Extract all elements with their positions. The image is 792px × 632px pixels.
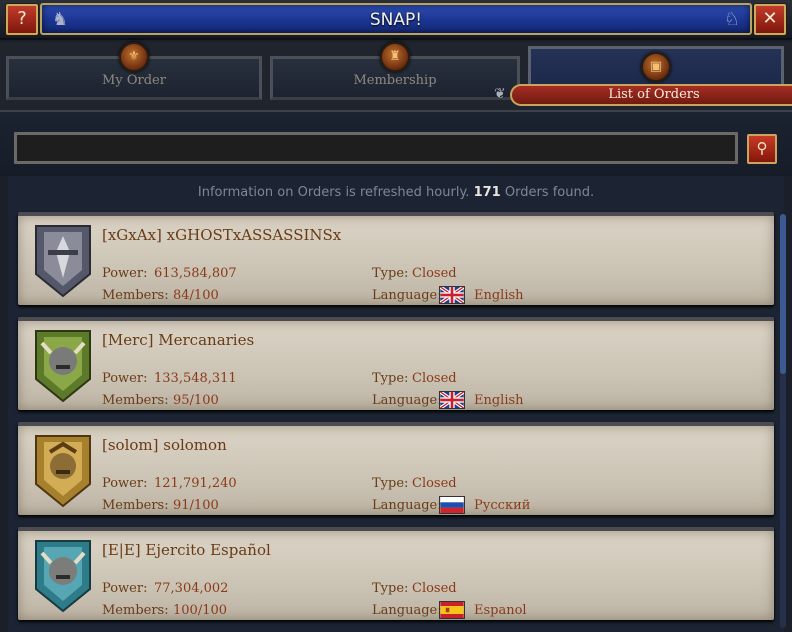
members-value: 84/100 bbox=[173, 288, 219, 303]
language-value: English bbox=[474, 393, 524, 408]
type-label: Type: bbox=[372, 371, 409, 386]
uk-flag-icon bbox=[439, 286, 465, 304]
help-button[interactable]: ? bbox=[6, 4, 38, 35]
search-input[interactable] bbox=[14, 132, 738, 164]
power-label: Power: bbox=[102, 371, 148, 386]
title-bar: ? ♞ SNAP! ♘ ✕ bbox=[0, 0, 792, 40]
search-bar: ⚲ bbox=[0, 110, 792, 176]
window-title: SNAP! bbox=[369, 10, 423, 30]
uk-flag-icon bbox=[439, 391, 465, 409]
russia-flag-icon bbox=[439, 496, 465, 514]
order-crest-icon: ⚜ bbox=[119, 42, 149, 72]
teal-crest-icon bbox=[35, 540, 91, 613]
search-button[interactable]: ⚲ bbox=[747, 134, 777, 164]
order-name: [xGxAx] xGHOSTxASSASSINSx bbox=[102, 226, 342, 244]
power-label: Power: bbox=[102, 266, 148, 281]
members-label: Members: bbox=[102, 393, 169, 408]
list-scrollbar[interactable] bbox=[780, 214, 786, 628]
order-name: [solom] solomon bbox=[102, 436, 227, 454]
gold-crest-icon bbox=[35, 435, 91, 508]
language-value: English bbox=[474, 288, 524, 303]
type-value: Closed bbox=[412, 266, 457, 281]
order-row[interactable]: [xGxAx] xGHOSTxASSASSINSx Power: 613,584… bbox=[18, 212, 774, 305]
title-strip: ♞ SNAP! ♘ bbox=[40, 3, 752, 35]
language-label: Language: bbox=[372, 393, 442, 408]
members-label: Members: bbox=[102, 498, 169, 513]
banner-ornament-icon: ❦ bbox=[494, 86, 506, 102]
type-label: Type: bbox=[372, 476, 409, 491]
orders-count: 171 bbox=[473, 185, 501, 200]
members-value: 95/100 bbox=[173, 393, 219, 408]
close-button[interactable]: ✕ bbox=[754, 4, 786, 35]
refresh-info: Information on Orders is refreshed hourl… bbox=[0, 185, 792, 200]
power-label: Power: bbox=[102, 476, 148, 491]
members-value: 91/100 bbox=[173, 498, 219, 513]
tab-membership-label: Membership bbox=[353, 73, 437, 88]
language-label: Language: bbox=[372, 498, 442, 513]
info-suffix: Orders found. bbox=[504, 185, 595, 200]
type-label: Type: bbox=[372, 266, 409, 281]
membership-crest-icon: ♜ bbox=[380, 42, 410, 72]
members-label: Members: bbox=[102, 603, 169, 618]
type-value: Closed bbox=[412, 476, 457, 491]
spain-flag-icon bbox=[439, 601, 465, 619]
power-value: 133,548,311 bbox=[154, 371, 237, 386]
type-value: Closed bbox=[412, 371, 457, 386]
tab-my-order-label: My Order bbox=[102, 73, 166, 88]
members-label: Members: bbox=[102, 288, 169, 303]
power-label: Power: bbox=[102, 581, 148, 596]
order-name: [Merc] Mercanaries bbox=[102, 331, 255, 349]
order-row[interactable]: [Merc] Mercanaries Power: 133,548,311 Me… bbox=[18, 317, 774, 410]
search-icon: ⚲ bbox=[756, 139, 768, 157]
members-value: 100/100 bbox=[173, 603, 228, 618]
power-value: 613,584,807 bbox=[154, 266, 237, 281]
power-value: 121,791,240 bbox=[154, 476, 237, 491]
order-row[interactable]: [E|E] Ejercito Español Power: 77,304,002… bbox=[18, 527, 774, 620]
order-row[interactable]: [solom] solomon Power: 121,791,240 Membe… bbox=[18, 422, 774, 515]
steel-crest-icon bbox=[35, 225, 91, 298]
power-value: 77,304,002 bbox=[154, 581, 229, 596]
active-tab-label: List of Orders bbox=[510, 84, 792, 106]
list-crest-icon: ▣ bbox=[641, 52, 671, 82]
type-value: Closed bbox=[412, 581, 457, 596]
info-prefix: Information on Orders is refreshed hourl… bbox=[197, 185, 470, 200]
griffin-right-icon: ♘ bbox=[723, 9, 740, 30]
type-label: Type: bbox=[372, 581, 409, 596]
language-value: Русский bbox=[474, 498, 531, 513]
language-value: Espanol bbox=[474, 603, 527, 618]
green-crest-icon bbox=[35, 330, 91, 403]
language-label: Language: bbox=[372, 603, 442, 618]
scroll-thumb[interactable] bbox=[780, 214, 786, 374]
language-label: Language: bbox=[372, 288, 442, 303]
order-name: [E|E] Ejercito Español bbox=[102, 541, 271, 559]
